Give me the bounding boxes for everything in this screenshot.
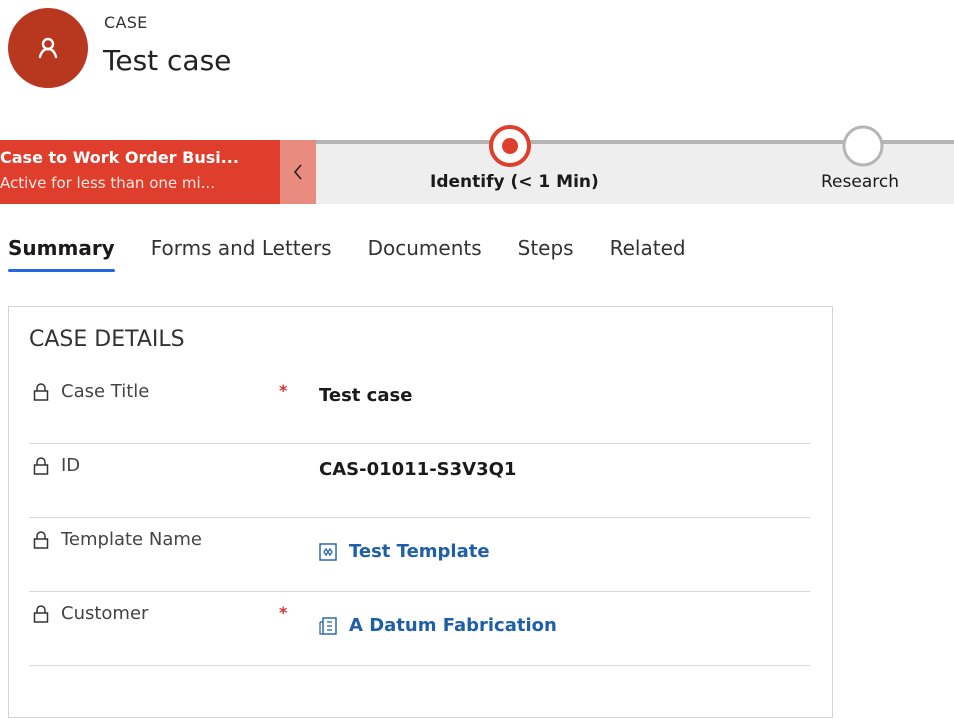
inactive-stage-icon (842, 125, 884, 167)
active-stage-icon (489, 125, 531, 167)
account-icon (319, 616, 337, 635)
template-name-value: Test Template (349, 541, 490, 562)
collapse-process-button[interactable] (280, 140, 316, 204)
field-label: Customer (61, 603, 149, 624)
required-marker: * (279, 381, 288, 400)
tab-list: Summary Forms and Letters Documents Step… (8, 236, 722, 272)
stage-label: Identify (< 1 Min) (430, 172, 599, 192)
tab-summary[interactable]: Summary (8, 236, 115, 272)
lock-icon (33, 605, 49, 623)
section-title: CASE DETAILS (29, 327, 185, 352)
tab-documents[interactable]: Documents (368, 236, 482, 270)
lock-icon (33, 457, 49, 475)
stage-research[interactable]: Research (821, 124, 899, 192)
field-label: Template Name (61, 529, 202, 550)
page-title: Test case (103, 44, 232, 77)
tab-steps[interactable]: Steps (518, 236, 574, 270)
id-value[interactable]: CAS-01011-S3V3Q1 (319, 459, 516, 480)
stage-identify[interactable]: Identify (< 1 Min) (430, 124, 599, 192)
customer-lookup-link[interactable]: A Datum Fabrication (319, 615, 557, 636)
case-details-section: CASE DETAILS Case Title * Test case ID C… (8, 306, 833, 718)
template-lookup-link[interactable]: Test Template (319, 541, 490, 562)
field-case-title: Case Title * Test case (29, 369, 810, 444)
field-id: ID CAS-01011-S3V3Q1 (29, 443, 810, 518)
entity-type-label: CASE (104, 13, 148, 32)
case-title-value[interactable]: Test case (319, 385, 412, 406)
process-name: Case to Work Order Busi... (0, 148, 239, 167)
business-process-flow: Case to Work Order Busi... Active for le… (0, 125, 954, 204)
required-marker: * (279, 603, 288, 622)
user-icon (38, 37, 58, 59)
template-icon (319, 542, 337, 561)
field-customer: Customer * A Datum Fabrication (29, 591, 810, 666)
tab-related[interactable]: Related (610, 236, 686, 270)
field-label: Case Title (61, 381, 150, 402)
field-label: ID (61, 455, 81, 476)
avatar (8, 8, 88, 88)
field-template-name: Template Name Test Template (29, 517, 810, 592)
stage-label: Research (821, 172, 899, 192)
tab-forms-and-letters[interactable]: Forms and Letters (151, 236, 332, 270)
chevron-left-icon (293, 164, 302, 180)
customer-value: A Datum Fabrication (349, 615, 557, 636)
process-status: Active for less than one mi... (0, 174, 215, 192)
lock-icon (33, 383, 49, 401)
process-flyout[interactable]: Case to Work Order Busi... Active for le… (0, 140, 280, 204)
lock-icon (33, 531, 49, 549)
